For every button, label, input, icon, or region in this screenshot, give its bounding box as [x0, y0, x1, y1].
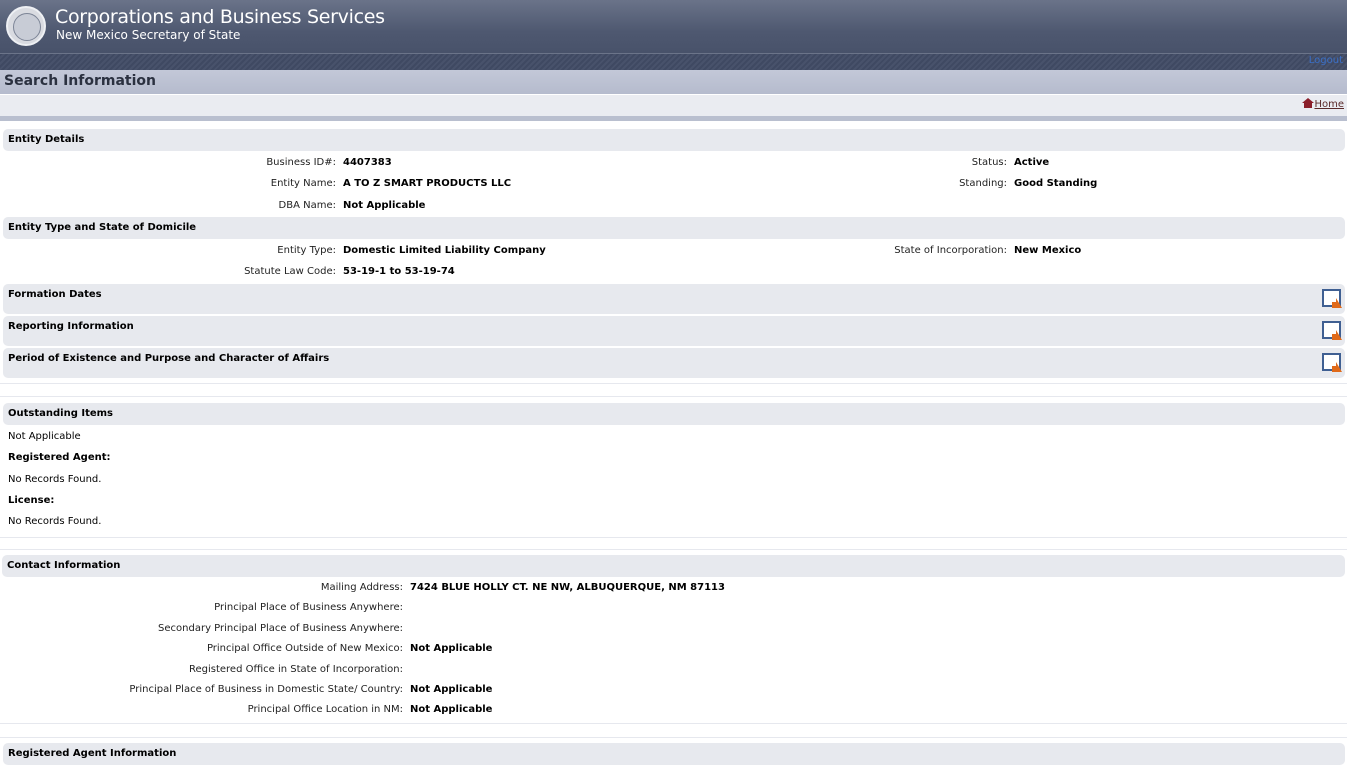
mailing-address-label: Mailing Address:	[320, 582, 403, 593]
standing-label: Standing:	[959, 178, 1007, 189]
outstanding-value: Not Applicable	[8, 431, 81, 442]
section-entity-type: Entity Type and State of Domicile	[3, 217, 1345, 239]
business-id-value: 4407383	[343, 157, 392, 168]
status-value: Active	[1014, 157, 1050, 168]
business-id-label: Business ID#:	[266, 157, 336, 168]
principal-office-nm-value: Not Applicable	[410, 704, 493, 715]
home-link[interactable]: Home	[1302, 98, 1344, 110]
principal-place-domestic-value: Not Applicable	[410, 684, 493, 695]
period-existence-label: Period of Existence and Purpose and Char…	[8, 353, 330, 364]
divider	[0, 737, 1347, 738]
formation-dates-label: Formation Dates	[8, 289, 102, 300]
home-icon	[1302, 98, 1315, 108]
divider	[0, 723, 1347, 724]
statute-law-label: Statute Law Code:	[244, 266, 336, 277]
dba-name-label: DBA Name:	[278, 200, 336, 211]
standing-value: Good Standing	[1014, 178, 1098, 189]
expand-icon[interactable]	[1322, 289, 1341, 307]
incorporation-value: New Mexico	[1014, 245, 1082, 256]
principal-office-nm-label: Principal Office Location in NM:	[247, 704, 403, 715]
expand-icon[interactable]	[1322, 353, 1341, 371]
outstanding-panel: Outstanding Items Not Applicable Registe…	[0, 398, 1347, 536]
license-label: License:	[8, 495, 55, 506]
divider	[0, 537, 1347, 538]
contact-panel: Contact Information Mailing Address: 742…	[0, 552, 1347, 722]
section-outstanding-items: Outstanding Items	[3, 403, 1345, 425]
state-seal-logo	[6, 6, 46, 46]
search-info-bar: Search Information	[0, 70, 1347, 94]
license-value: No Records Found.	[8, 516, 102, 527]
home-bar: Home	[0, 95, 1347, 121]
section-formation-dates[interactable]: Formation Dates	[3, 284, 1345, 314]
registered-agent-value: No Records Found.	[8, 474, 102, 485]
principal-place-domestic-label: Principal Place of Business in Domestic …	[129, 684, 403, 695]
home-link-label: Home	[1314, 99, 1344, 110]
secondary-principal-place-label: Secondary Principal Place of Business An…	[158, 623, 403, 634]
registered-agent-label: Registered Agent:	[8, 452, 111, 463]
section-entity-details: Entity Details	[3, 129, 1345, 151]
status-label: Status:	[971, 157, 1007, 168]
divider	[0, 549, 1347, 550]
entity-type-value: Domestic Limited Liability Company	[343, 245, 546, 256]
section-reporting-information[interactable]: Reporting Information	[3, 316, 1345, 346]
entity-panel: Entity Details Business ID#: 4407383 Ent…	[0, 122, 1347, 382]
divider	[0, 383, 1347, 384]
page-title: Search Information	[4, 73, 156, 89]
app-subtitle: New Mexico Secretary of State	[56, 28, 241, 42]
dba-name-value: Not Applicable	[343, 200, 426, 211]
entity-name-value: A TO Z SMART PRODUCTS LLC	[343, 178, 512, 189]
registered-agent-panel: Registered Agent Information	[0, 740, 1347, 766]
app-header: Corporations and Business Services New M…	[0, 0, 1347, 53]
principal-office-outside-label: Principal Office Outside of New Mexico:	[206, 643, 403, 654]
section-contact-information: Contact Information	[2, 555, 1345, 577]
mailing-address-value: 7424 BLUE HOLLY CT. NE NW, ALBUQUERQUE, …	[410, 582, 725, 593]
logout-link[interactable]: Logout	[1309, 55, 1343, 66]
expand-icon[interactable]	[1322, 321, 1341, 339]
entity-type-label: Entity Type:	[277, 245, 336, 256]
statute-law-value: 53-19-1 to 53-19-74	[343, 266, 455, 277]
principal-office-outside-value: Not Applicable	[410, 643, 493, 654]
incorporation-label: State of Incorporation:	[894, 245, 1007, 256]
section-registered-agent: Registered Agent Information	[3, 743, 1345, 765]
section-period-of-existence[interactable]: Period of Existence and Purpose and Char…	[3, 348, 1345, 378]
header-subbar: Logout	[0, 53, 1347, 70]
app-title: Corporations and Business Services	[55, 6, 385, 28]
divider	[0, 396, 1347, 397]
entity-name-label: Entity Name:	[270, 178, 336, 189]
reporting-info-label: Reporting Information	[8, 321, 134, 332]
principal-place-anywhere-label: Principal Place of Business Anywhere:	[214, 602, 403, 613]
registered-office-label: Registered Office in State of Incorporat…	[188, 664, 403, 675]
